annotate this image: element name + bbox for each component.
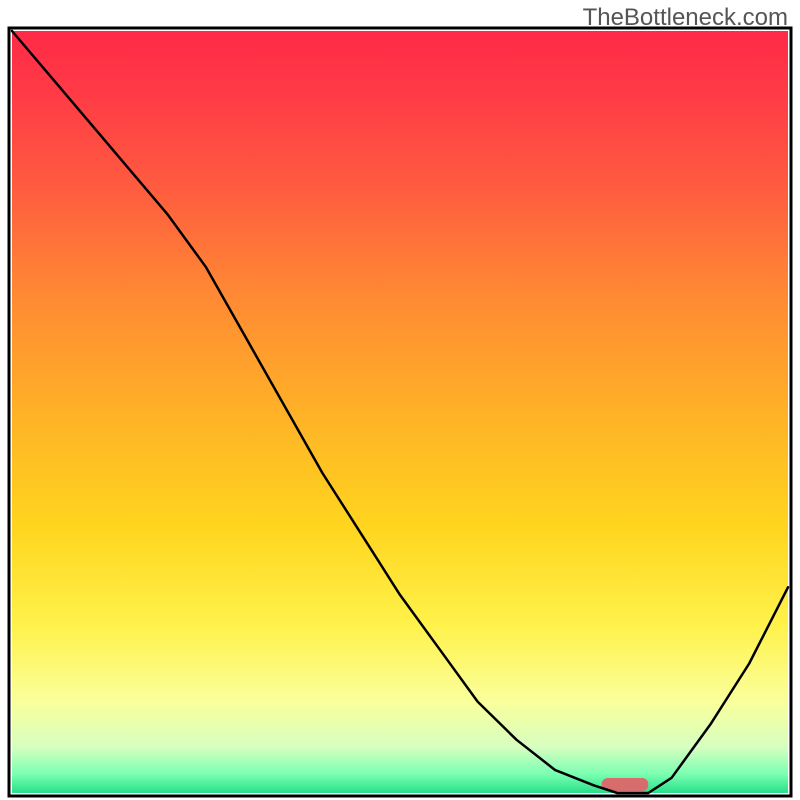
plot-background — [12, 31, 788, 793]
watermark-text: TheBottleneck.com — [583, 4, 788, 32]
chart-container: TheBottleneck.com — [0, 0, 800, 800]
chart-svg — [0, 0, 800, 800]
